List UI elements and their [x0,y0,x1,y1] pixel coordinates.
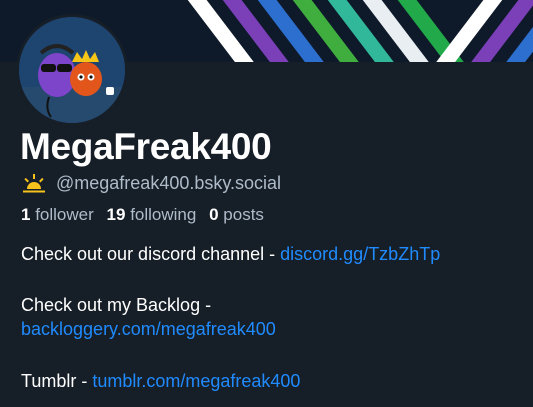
profile-handle[interactable]: @megafreak400.bsky.social [56,173,281,194]
bio-line-backlog-link: backloggery.com/megafreak400 [21,318,276,340]
followers-count: 1 [21,205,31,224]
posts-count: 0 [209,205,219,224]
display-name: MegaFreak400 [20,126,272,167]
tumblr-link[interactable]: tumblr.com/megafreak400 [92,371,300,391]
avatar-image [19,17,125,123]
posts-stat: 0 posts [209,205,264,224]
sun-icon [23,174,45,193]
bio-line-backlog: Check out my Backlog - [21,295,212,315]
bio-text: Check out our discord channel - [21,244,281,264]
followers-label: follower [35,205,94,224]
posts-label: posts [223,205,264,224]
handle-row: @megafreak400.bsky.social [22,172,281,194]
bio-line-tumblr: Tumblr - tumblr.com/megafreak400 [21,370,300,392]
profile-avatar[interactable] [16,14,128,126]
bio-line-discord: Check out our discord channel - discord.… [21,243,440,265]
following-count: 19 [106,205,126,224]
following-link[interactable]: 19 following [107,205,197,224]
backloggery-link[interactable]: backloggery.com/megafreak400 [21,319,276,339]
discord-link[interactable]: discord.gg/TzbZhTp [280,244,440,264]
followers-link[interactable]: 1 follower [21,205,94,224]
profile-stats: 1 follower 19 following 0 posts [21,205,264,225]
following-label: following [130,205,197,224]
bio-text: Tumblr - [21,371,93,391]
